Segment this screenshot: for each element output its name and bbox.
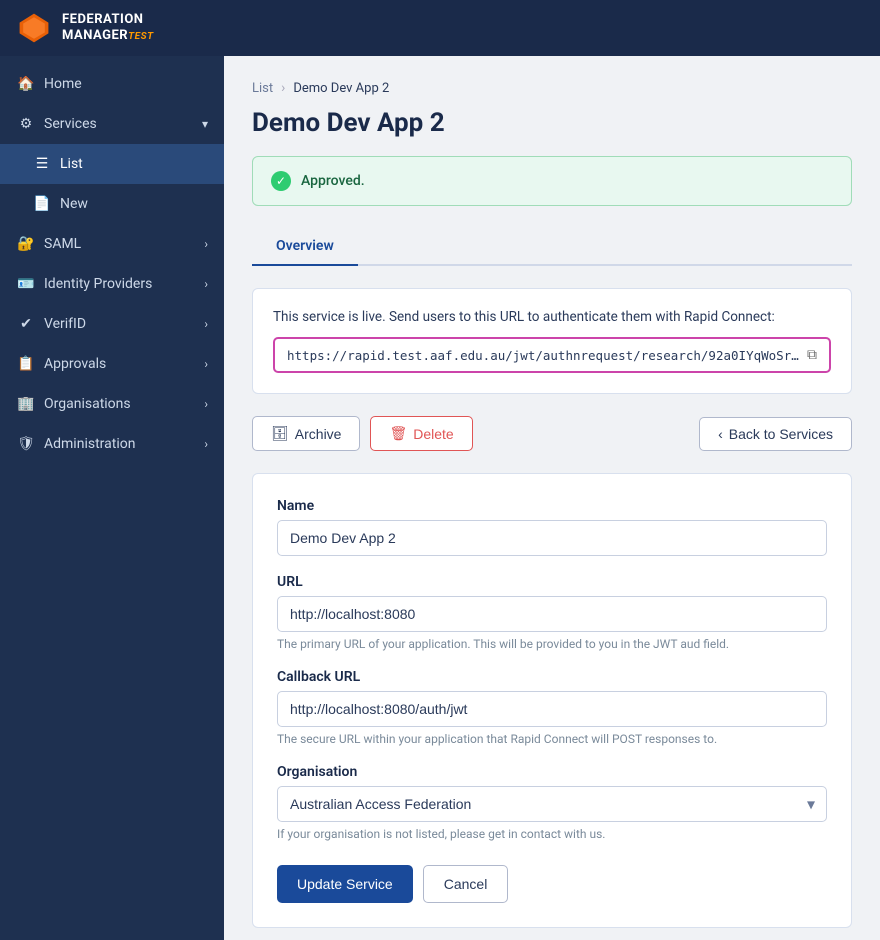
url-group: URL The primary URL of your application.… bbox=[277, 574, 827, 651]
sidebar-saml-label: SAML bbox=[44, 236, 81, 252]
sidebar-item-home[interactable]: 🏠 Home bbox=[0, 64, 224, 104]
callback-url-hint: The secure URL within your application t… bbox=[277, 732, 827, 746]
logo-icon bbox=[16, 10, 52, 46]
callback-url-group: Callback URL The secure URL within your … bbox=[277, 669, 827, 746]
cancel-button[interactable]: Cancel bbox=[423, 865, 509, 903]
logo-test: TEST bbox=[128, 31, 153, 42]
home-icon: 🏠 bbox=[16, 74, 36, 94]
services-chevron-icon: ▾ bbox=[202, 117, 208, 131]
sidebar-verifid-label: VerifID bbox=[44, 316, 86, 332]
page-title: Demo Dev App 2 bbox=[252, 108, 852, 138]
verifid-icon: ✔ bbox=[16, 314, 36, 334]
form-actions: Update Service Cancel bbox=[277, 865, 827, 903]
tabs: Overview bbox=[252, 228, 852, 266]
approvals-chevron-icon: › bbox=[204, 357, 208, 371]
tab-overview[interactable]: Overview bbox=[252, 228, 358, 266]
organisation-label: Organisation bbox=[277, 764, 827, 780]
archive-icon: 🗄 bbox=[271, 425, 289, 442]
sidebar-item-organisations[interactable]: 🏢 Organisations › bbox=[0, 384, 224, 424]
url-input[interactable] bbox=[277, 596, 827, 632]
delete-icon: 🗑 bbox=[389, 425, 407, 442]
name-input[interactable] bbox=[277, 520, 827, 556]
sidebar-item-identity-providers[interactable]: 🪪 Identity Providers › bbox=[0, 264, 224, 304]
sidebar-approvals-label: Approvals bbox=[44, 356, 106, 372]
org-icon: 🏢 bbox=[16, 394, 36, 414]
logo-text: FEDERATIONMANAGERTEST bbox=[62, 12, 154, 43]
approved-banner: ✓ Approved. bbox=[252, 156, 852, 206]
back-to-services-button[interactable]: ‹ Back to Services bbox=[699, 417, 852, 451]
admin-icon: 🛡 bbox=[16, 434, 36, 454]
top-nav: FEDERATIONMANAGERTEST bbox=[0, 0, 880, 56]
logo-area: FEDERATIONMANAGERTEST bbox=[16, 10, 154, 46]
delete-button[interactable]: 🗑 Delete bbox=[370, 416, 472, 451]
live-url-text: https://rapid.test.aaf.edu.au/jwt/authnr… bbox=[287, 348, 799, 363]
name-label: Name bbox=[277, 498, 827, 514]
update-service-button[interactable]: Update Service bbox=[277, 865, 413, 903]
breadcrumb-separator: › bbox=[281, 80, 285, 96]
callback-url-label: Callback URL bbox=[277, 669, 827, 685]
breadcrumb-list-link[interactable]: List bbox=[252, 81, 273, 96]
verifid-chevron-icon: › bbox=[204, 317, 208, 331]
idp-chevron-icon: › bbox=[204, 277, 208, 291]
idp-icon: 🪪 bbox=[16, 274, 36, 294]
org-chevron-icon: › bbox=[204, 397, 208, 411]
sidebar-item-services-new[interactable]: 📄 New bbox=[0, 184, 224, 224]
back-label: Back to Services bbox=[729, 426, 833, 442]
copy-icon: ⧉ bbox=[807, 347, 817, 363]
back-chevron-icon: ‹ bbox=[718, 426, 723, 442]
sidebar-item-saml[interactable]: 🔐 SAML › bbox=[0, 224, 224, 264]
live-url-box: This service is live. Send users to this… bbox=[252, 288, 852, 394]
services-icon: ⚙ bbox=[16, 114, 36, 134]
saml-icon: 🔐 bbox=[16, 234, 36, 254]
sidebar-list-label: List bbox=[60, 156, 83, 172]
sidebar-org-label: Organisations bbox=[44, 396, 131, 412]
organisation-select-wrap: Australian Access Federation bbox=[277, 786, 827, 822]
url-hint: The primary URL of your application. Thi… bbox=[277, 637, 827, 651]
sidebar-item-administration[interactable]: 🛡 Administration › bbox=[0, 424, 224, 464]
sidebar-idp-label: Identity Providers bbox=[44, 276, 152, 292]
url-label: URL bbox=[277, 574, 827, 590]
action-row: 🗄 Archive 🗑 Delete ‹ Back to Services bbox=[252, 416, 852, 451]
archive-label: Archive bbox=[295, 426, 342, 442]
sidebar-item-approvals[interactable]: 📋 Approvals › bbox=[0, 344, 224, 384]
live-description: This service is live. Send users to this… bbox=[273, 309, 831, 325]
approved-text: Approved. bbox=[301, 173, 365, 189]
approvals-icon: 📋 bbox=[16, 354, 36, 374]
sidebar-item-services-list[interactable]: ☰ List bbox=[0, 144, 224, 184]
organisation-hint: If your organisation is not listed, plea… bbox=[277, 827, 827, 841]
organisation-group: Organisation Australian Access Federatio… bbox=[277, 764, 827, 841]
list-icon: ☰ bbox=[32, 154, 52, 174]
breadcrumb-current: Demo Dev App 2 bbox=[293, 81, 389, 96]
breadcrumb: List › Demo Dev App 2 bbox=[252, 80, 852, 96]
admin-chevron-icon: › bbox=[204, 437, 208, 451]
url-copy-box[interactable]: https://rapid.test.aaf.edu.au/jwt/authnr… bbox=[273, 337, 831, 373]
delete-label: Delete bbox=[413, 426, 453, 442]
name-group: Name bbox=[277, 498, 827, 556]
main-content: List › Demo Dev App 2 Demo Dev App 2 ✓ A… bbox=[224, 56, 880, 940]
archive-button[interactable]: 🗄 Archive bbox=[252, 416, 360, 451]
callback-url-input[interactable] bbox=[277, 691, 827, 727]
new-icon: 📄 bbox=[32, 194, 52, 214]
sidebar-admin-label: Administration bbox=[44, 436, 135, 452]
sidebar: 🏠 Home ⚙ Services ▾ ☰ List 📄 New 🔐 SAML … bbox=[0, 56, 224, 940]
sidebar-item-verifid[interactable]: ✔ VerifID › bbox=[0, 304, 224, 344]
saml-chevron-icon: › bbox=[204, 237, 208, 251]
sidebar-new-label: New bbox=[60, 196, 88, 212]
sidebar-item-services[interactable]: ⚙ Services ▾ bbox=[0, 104, 224, 144]
approved-icon: ✓ bbox=[271, 171, 291, 191]
sidebar-services-label: Services bbox=[44, 116, 97, 132]
sidebar-home-label: Home bbox=[44, 76, 82, 92]
service-form: Name URL The primary URL of your applica… bbox=[252, 473, 852, 928]
organisation-select[interactable]: Australian Access Federation bbox=[277, 786, 827, 822]
